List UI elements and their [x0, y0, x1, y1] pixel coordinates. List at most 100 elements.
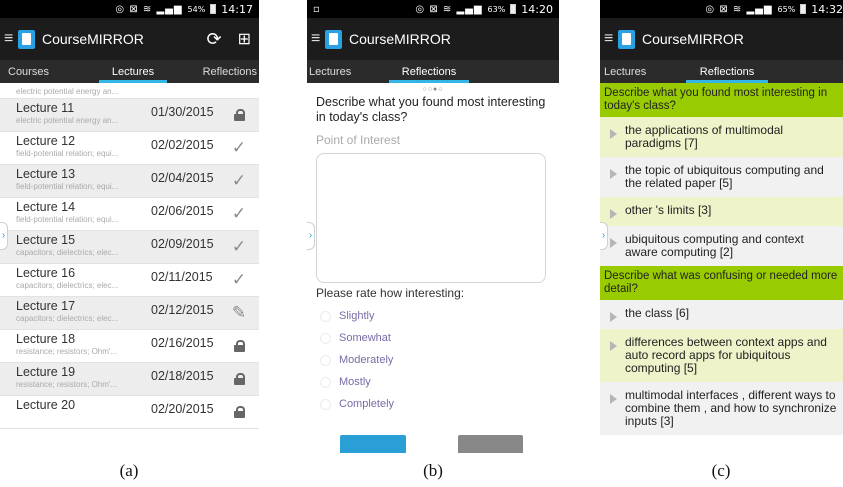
next-button[interactable]	[458, 435, 523, 453]
app-logo-icon	[18, 29, 35, 49]
app-logo-icon	[618, 29, 635, 49]
tab-lectures[interactable]: Lectures	[600, 60, 650, 83]
drawer-handle[interactable]: ›	[307, 222, 315, 250]
summary-item[interactable]: the class [6]	[600, 300, 843, 329]
pencil-icon[interactable]: ✎	[231, 303, 247, 323]
reflection-summary-list: Describe what you found most interesting…	[600, 83, 843, 435]
list-item[interactable]: electric potential energy an...	[0, 83, 259, 99]
list-item[interactable]: Lecture 13 field-potential relation; equi…	[0, 165, 259, 198]
list-item[interactable]: Lecture 12 field-potential relation; equi…	[0, 132, 259, 165]
lock-icon[interactable]	[231, 369, 247, 388]
list-item[interactable]: Lecture 16 capacitors; dielectrics; elec.…	[0, 264, 259, 297]
drawer-menu-icon[interactable]: ≡	[311, 31, 320, 47]
checkmark-icon[interactable]: ✓	[231, 237, 247, 257]
lecture-date: 02/12/2015	[151, 303, 214, 317]
drawer-handle[interactable]: ›	[0, 222, 8, 250]
lecture-name: Lecture 18	[16, 332, 76, 346]
lecture-topics: field-potential relation; equi...	[16, 182, 119, 191]
lecture-name: Lecture 16	[16, 266, 76, 280]
rating-option[interactable]: Slightly	[307, 305, 559, 327]
summary-item[interactable]: differences between context apps and aut…	[600, 329, 843, 382]
lock-shape	[233, 373, 245, 385]
question-text: Describe what you found most interesting…	[316, 95, 546, 124]
drawer-menu-icon[interactable]: ≡	[4, 31, 13, 47]
rating-label: Please rate how interesting:	[316, 286, 465, 300]
expand-arrow-icon[interactable]	[610, 209, 617, 219]
checkmark-icon[interactable]: ✓	[231, 171, 247, 191]
tab-reflections[interactable]: Reflections	[686, 60, 768, 83]
lock-icon[interactable]	[231, 336, 247, 355]
battery-percent: 65%	[777, 4, 796, 14]
tab-lectures[interactable]: Lectures	[99, 60, 167, 83]
list-item[interactable]: Lecture 19 resistance; resistors; Ohm'...…	[0, 363, 259, 396]
lock-icon[interactable]	[231, 402, 247, 421]
drawer-handle[interactable]: ›	[600, 222, 608, 250]
summary-item[interactable]: ubiquitous computing and context aware c…	[600, 226, 843, 266]
tab-reflections[interactable]: Reflections	[203, 60, 259, 83]
list-item[interactable]: Lecture 17 capacitors; dielectrics; elec.…	[0, 297, 259, 330]
list-item[interactable]: Lecture 20 02/20/2015	[0, 396, 259, 429]
lecture-date: 02/18/2015	[151, 369, 214, 383]
radio-icon[interactable]	[320, 354, 331, 366]
rating-option-label: Mostly	[339, 376, 371, 388]
expand-arrow-icon[interactable]	[610, 238, 617, 248]
lecture-date: 02/04/2015	[151, 171, 214, 185]
lecture-name: Lecture 15	[16, 233, 76, 247]
action-bar: ≡ CourseMIRROR	[307, 18, 559, 60]
summary-item[interactable]: the topic of ubiquitous computing and th…	[600, 157, 843, 197]
lecture-list: electric potential energy an... Lecture …	[0, 83, 259, 429]
lecture-name: Lecture 17	[16, 299, 76, 313]
lecture-date: 02/20/2015	[151, 402, 214, 416]
checkmark-icon[interactable]: ✓	[231, 270, 247, 290]
action-bar: ≡ CourseMIRROR ⟳ ⊞	[0, 18, 259, 60]
lecture-name: Lecture 13	[16, 167, 76, 181]
rating-option[interactable]: Mostly	[307, 371, 559, 393]
expand-arrow-icon[interactable]	[610, 129, 617, 139]
status-bar: ▫ ◎ ⊠ ≋ ▂▄▆ 63% 14:20	[307, 0, 559, 18]
tab-reflections[interactable]: Reflections	[389, 60, 469, 83]
figure-caption-b: (b)	[423, 461, 443, 480]
rating-option[interactable]: Completely	[307, 393, 559, 415]
expand-arrow-icon[interactable]	[610, 169, 617, 179]
lecture-date: 02/02/2015	[151, 138, 214, 152]
battery-percent: 54%	[187, 4, 206, 14]
radio-icon[interactable]	[320, 398, 331, 410]
phone-screen-reflections: ◎ ⊠ ≋ ▂▄▆ 65% 14:32 ≡ CourseMIRROR Lectu…	[600, 0, 843, 453]
answer-textarea[interactable]	[316, 153, 546, 283]
add-course-icon[interactable]: ⊞	[238, 29, 251, 49]
expand-arrow-icon[interactable]	[610, 394, 617, 404]
tab-lectures[interactable]: Lectures	[307, 60, 357, 83]
radio-icon[interactable]	[320, 332, 331, 344]
rating-option[interactable]: Moderately	[307, 349, 559, 371]
notification-icon: ▫	[313, 3, 320, 15]
lecture-date: 02/16/2015	[151, 336, 214, 350]
lock-shape	[233, 109, 245, 121]
list-item[interactable]: Lecture 18 resistance; resistors; Ohm'...…	[0, 330, 259, 363]
send-button[interactable]	[340, 435, 406, 453]
drawer-menu-icon[interactable]: ≡	[604, 31, 613, 47]
lecture-topics: electric potential energy an...	[16, 87, 119, 96]
lock-icon[interactable]	[231, 105, 247, 124]
rating-option[interactable]: Somewhat	[307, 327, 559, 349]
summary-item[interactable]: multimodal interfaces , different ways t…	[600, 382, 843, 435]
lock-shape	[233, 406, 245, 418]
radio-icon[interactable]	[320, 310, 331, 322]
checkmark-icon[interactable]: ✓	[231, 138, 247, 158]
radio-icon[interactable]	[320, 376, 331, 388]
rating-option-label: Somewhat	[339, 332, 391, 344]
refresh-icon[interactable]: ⟳	[207, 29, 222, 50]
summary-item-text: the class [6]	[625, 306, 690, 320]
expand-arrow-icon[interactable]	[610, 312, 617, 322]
list-item[interactable]: Lecture 14 field-potential relation; equi…	[0, 198, 259, 231]
checkmark-icon[interactable]: ✓	[231, 204, 247, 224]
list-item[interactable]: Lecture 11 electric potential energy an..…	[0, 99, 259, 132]
rating-option-label: Slightly	[339, 310, 375, 322]
app-title: CourseMIRROR	[42, 31, 144, 47]
list-item[interactable]: Lecture 15 capacitors; dielectrics; elec.…	[0, 231, 259, 264]
summary-item[interactable]: other 's limits [3]	[600, 197, 843, 226]
summary-item-text: differences between context apps and aut…	[625, 335, 827, 375]
figure-caption-a: (a)	[119, 461, 139, 480]
tab-courses[interactable]: Courses	[0, 60, 62, 83]
summary-item[interactable]: the applications of multimodal paradigms…	[600, 117, 843, 157]
expand-arrow-icon[interactable]	[610, 341, 617, 351]
